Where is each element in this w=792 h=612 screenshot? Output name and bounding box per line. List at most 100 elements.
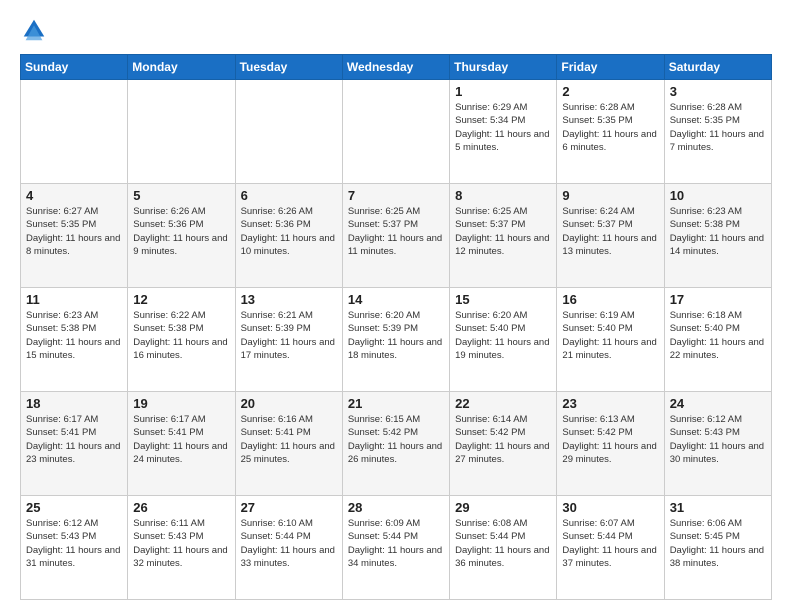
day-number: 9 bbox=[562, 188, 658, 203]
calendar-cell: 15 Sunrise: 6:20 AM Sunset: 5:40 PM Dayli… bbox=[450, 288, 557, 392]
calendar-cell: 19Sunrise: 6:17 AM Sunset: 5:41 PM Dayli… bbox=[128, 392, 235, 496]
day-number: 23 bbox=[562, 396, 658, 411]
day-info: Sunrise: 6:20 AM Sunset: 5:40 PM Dayligh… bbox=[455, 309, 551, 362]
day-number: 17 bbox=[670, 292, 766, 307]
calendar-cell: 27Sunrise: 6:10 AM Sunset: 5:44 PM Dayli… bbox=[235, 496, 342, 600]
calendar-cell: 11 Sunrise: 6:23 AM Sunset: 5:38 PM Dayli… bbox=[21, 288, 128, 392]
day-number: 11 bbox=[26, 292, 122, 307]
day-number: 30 bbox=[562, 500, 658, 515]
logo-icon bbox=[20, 16, 48, 44]
calendar-table: SundayMondayTuesdayWednesdayThursdayFrid… bbox=[20, 54, 772, 600]
calendar-cell: 13 Sunrise: 6:21 AM Sunset: 5:39 PM Dayli… bbox=[235, 288, 342, 392]
day-number: 21 bbox=[348, 396, 444, 411]
calendar-cell: 7 Sunrise: 6:25 AM Sunset: 5:37 PM Daylig… bbox=[342, 184, 449, 288]
logo bbox=[20, 16, 52, 44]
day-number: 3 bbox=[670, 84, 766, 99]
page: SundayMondayTuesdayWednesdayThursdayFrid… bbox=[0, 0, 792, 612]
header bbox=[20, 16, 772, 44]
day-info: Sunrise: 6:23 AM Sunset: 5:38 PM Dayligh… bbox=[26, 309, 122, 362]
day-number: 20 bbox=[241, 396, 337, 411]
day-info: Sunrise: 6:23 AM Sunset: 5:38 PM Dayligh… bbox=[670, 205, 766, 258]
calendar-cell: 12Sunrise: 6:22 AM Sunset: 5:38 PM Dayli… bbox=[128, 288, 235, 392]
calendar-cell bbox=[235, 80, 342, 184]
calendar-header-wednesday: Wednesday bbox=[342, 55, 449, 80]
calendar-cell: 21 Sunrise: 6:15 AM Sunset: 5:42 PM Dayli… bbox=[342, 392, 449, 496]
calendar-cell: 1Sunrise: 6:29 AM Sunset: 5:34 PM Daylig… bbox=[450, 80, 557, 184]
calendar-cell: 16 Sunrise: 6:19 AM Sunset: 5:40 PM Dayli… bbox=[557, 288, 664, 392]
calendar-cell: 25 Sunrise: 6:12 AM Sunset: 5:43 PM Dayli… bbox=[21, 496, 128, 600]
day-info: Sunrise: 6:26 AM Sunset: 5:36 PM Dayligh… bbox=[133, 205, 229, 258]
day-info: Sunrise: 6:24 AM Sunset: 5:37 PM Dayligh… bbox=[562, 205, 658, 258]
day-info: Sunrise: 6:25 AM Sunset: 5:37 PM Dayligh… bbox=[348, 205, 444, 258]
day-info: Sunrise: 6:08 AM Sunset: 5:44 PM Dayligh… bbox=[455, 517, 551, 570]
day-number: 18 bbox=[26, 396, 122, 411]
calendar-header-monday: Monday bbox=[128, 55, 235, 80]
day-info: Sunrise: 6:14 AM Sunset: 5:42 PM Dayligh… bbox=[455, 413, 551, 466]
day-info: Sunrise: 6:09 AM Sunset: 5:44 PM Dayligh… bbox=[348, 517, 444, 570]
calendar-cell: 18 Sunrise: 6:17 AM Sunset: 5:41 PM Dayli… bbox=[21, 392, 128, 496]
calendar-header-tuesday: Tuesday bbox=[235, 55, 342, 80]
calendar-header-sunday: Sunday bbox=[21, 55, 128, 80]
calendar-cell: 29 Sunrise: 6:08 AM Sunset: 5:44 PM Dayli… bbox=[450, 496, 557, 600]
calendar-cell: 24 Sunrise: 6:12 AM Sunset: 5:43 PM Dayli… bbox=[664, 392, 771, 496]
calendar-cell: 17 Sunrise: 6:18 AM Sunset: 5:40 PM Dayli… bbox=[664, 288, 771, 392]
calendar-cell: 28Sunrise: 6:09 AM Sunset: 5:44 PM Dayli… bbox=[342, 496, 449, 600]
calendar-cell: 9 Sunrise: 6:24 AM Sunset: 5:37 PM Daylig… bbox=[557, 184, 664, 288]
day-number: 31 bbox=[670, 500, 766, 515]
day-info: Sunrise: 6:13 AM Sunset: 5:42 PM Dayligh… bbox=[562, 413, 658, 466]
day-info: Sunrise: 6:26 AM Sunset: 5:36 PM Dayligh… bbox=[241, 205, 337, 258]
calendar-header-saturday: Saturday bbox=[664, 55, 771, 80]
day-info: Sunrise: 6:07 AM Sunset: 5:44 PM Dayligh… bbox=[562, 517, 658, 570]
day-number: 27 bbox=[241, 500, 337, 515]
calendar-cell: 20 Sunrise: 6:16 AM Sunset: 5:41 PM Dayli… bbox=[235, 392, 342, 496]
day-info: Sunrise: 6:20 AM Sunset: 5:39 PM Dayligh… bbox=[348, 309, 444, 362]
day-info: Sunrise: 6:12 AM Sunset: 5:43 PM Dayligh… bbox=[26, 517, 122, 570]
calendar-cell: 8Sunrise: 6:25 AM Sunset: 5:37 PM Daylig… bbox=[450, 184, 557, 288]
day-info: Sunrise: 6:15 AM Sunset: 5:42 PM Dayligh… bbox=[348, 413, 444, 466]
day-info: Sunrise: 6:19 AM Sunset: 5:40 PM Dayligh… bbox=[562, 309, 658, 362]
calendar-cell: 2 Sunrise: 6:28 AM Sunset: 5:35 PM Daylig… bbox=[557, 80, 664, 184]
day-info: Sunrise: 6:12 AM Sunset: 5:43 PM Dayligh… bbox=[670, 413, 766, 466]
day-info: Sunrise: 6:16 AM Sunset: 5:41 PM Dayligh… bbox=[241, 413, 337, 466]
calendar-week-3: 11 Sunrise: 6:23 AM Sunset: 5:38 PM Dayli… bbox=[21, 288, 772, 392]
calendar-week-1: 1Sunrise: 6:29 AM Sunset: 5:34 PM Daylig… bbox=[21, 80, 772, 184]
day-number: 29 bbox=[455, 500, 551, 515]
calendar-week-4: 18 Sunrise: 6:17 AM Sunset: 5:41 PM Dayli… bbox=[21, 392, 772, 496]
calendar-cell bbox=[128, 80, 235, 184]
day-number: 15 bbox=[455, 292, 551, 307]
day-number: 2 bbox=[562, 84, 658, 99]
calendar-cell bbox=[21, 80, 128, 184]
calendar-cell bbox=[342, 80, 449, 184]
day-number: 14 bbox=[348, 292, 444, 307]
day-number: 6 bbox=[241, 188, 337, 203]
day-number: 8 bbox=[455, 188, 551, 203]
calendar-cell: 14 Sunrise: 6:20 AM Sunset: 5:39 PM Dayli… bbox=[342, 288, 449, 392]
calendar-header-row: SundayMondayTuesdayWednesdayThursdayFrid… bbox=[21, 55, 772, 80]
day-info: Sunrise: 6:28 AM Sunset: 5:35 PM Dayligh… bbox=[670, 101, 766, 154]
calendar-cell: 26Sunrise: 6:11 AM Sunset: 5:43 PM Dayli… bbox=[128, 496, 235, 600]
day-number: 19 bbox=[133, 396, 229, 411]
calendar-cell: 31 Sunrise: 6:06 AM Sunset: 5:45 PM Dayli… bbox=[664, 496, 771, 600]
day-number: 13 bbox=[241, 292, 337, 307]
day-number: 26 bbox=[133, 500, 229, 515]
day-info: Sunrise: 6:17 AM Sunset: 5:41 PM Dayligh… bbox=[26, 413, 122, 466]
day-info: Sunrise: 6:06 AM Sunset: 5:45 PM Dayligh… bbox=[670, 517, 766, 570]
day-number: 10 bbox=[670, 188, 766, 203]
day-info: Sunrise: 6:21 AM Sunset: 5:39 PM Dayligh… bbox=[241, 309, 337, 362]
calendar-week-5: 25 Sunrise: 6:12 AM Sunset: 5:43 PM Dayli… bbox=[21, 496, 772, 600]
day-number: 7 bbox=[348, 188, 444, 203]
day-info: Sunrise: 6:22 AM Sunset: 5:38 PM Dayligh… bbox=[133, 309, 229, 362]
calendar-cell: 22Sunrise: 6:14 AM Sunset: 5:42 PM Dayli… bbox=[450, 392, 557, 496]
day-number: 24 bbox=[670, 396, 766, 411]
day-info: Sunrise: 6:28 AM Sunset: 5:35 PM Dayligh… bbox=[562, 101, 658, 154]
day-number: 16 bbox=[562, 292, 658, 307]
day-info: Sunrise: 6:18 AM Sunset: 5:40 PM Dayligh… bbox=[670, 309, 766, 362]
calendar-cell: 10 Sunrise: 6:23 AM Sunset: 5:38 PM Dayli… bbox=[664, 184, 771, 288]
calendar-cell: 6 Sunrise: 6:26 AM Sunset: 5:36 PM Daylig… bbox=[235, 184, 342, 288]
calendar-cell: 5Sunrise: 6:26 AM Sunset: 5:36 PM Daylig… bbox=[128, 184, 235, 288]
calendar-cell: 3 Sunrise: 6:28 AM Sunset: 5:35 PM Daylig… bbox=[664, 80, 771, 184]
day-number: 25 bbox=[26, 500, 122, 515]
calendar-week-2: 4Sunrise: 6:27 AM Sunset: 5:35 PM Daylig… bbox=[21, 184, 772, 288]
calendar-header-friday: Friday bbox=[557, 55, 664, 80]
day-number: 1 bbox=[455, 84, 551, 99]
